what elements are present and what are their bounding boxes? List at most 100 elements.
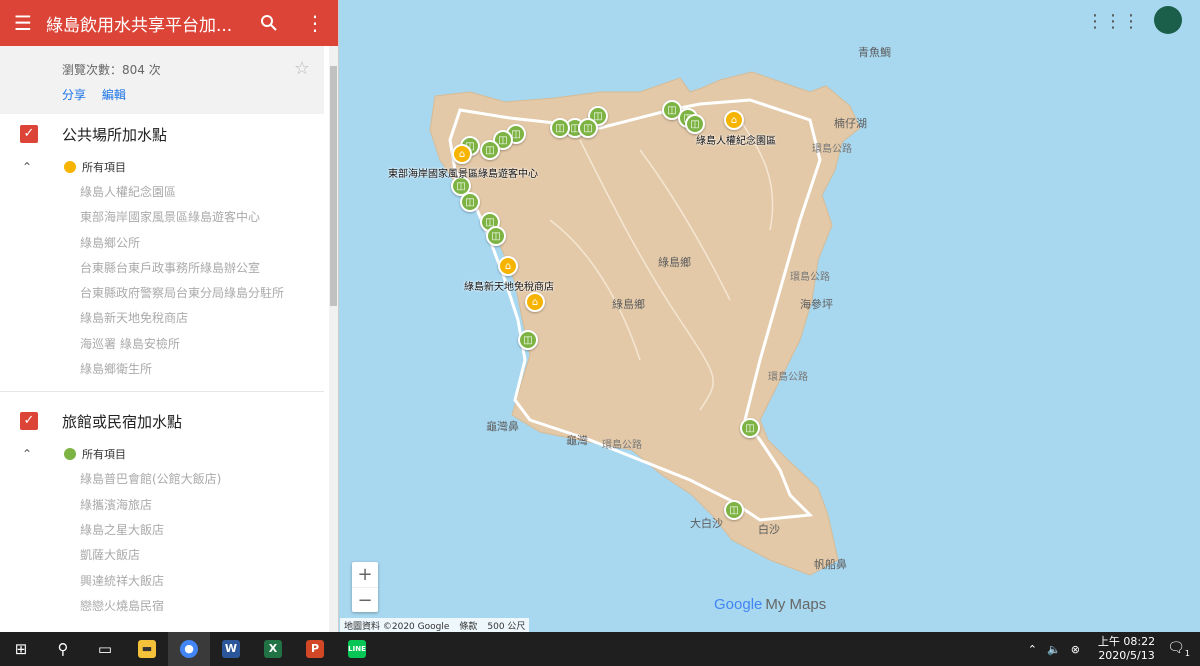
file-explorer-icon[interactable]: ▬	[126, 632, 168, 666]
clock[interactable]: 上午 08:22 2020/5/13	[1098, 635, 1155, 663]
windows-taskbar: ⊞ ⚲ ▭ ▬ ● W X P LINE ⌃ 🔈 ⊗ 上午 08:22 2020…	[0, 632, 1200, 666]
apps-grid-icon[interactable]: ⋮⋮⋮	[1086, 11, 1140, 32]
map-info: 瀏覽次數：804 次 分享 編輯 ☆	[0, 46, 324, 114]
poi-label: 東部海岸國家風景區綠島遊客中心	[388, 169, 538, 180]
water-marker[interactable]: ◫	[578, 118, 598, 138]
chevron-up-icon[interactable]: ⌃	[1028, 643, 1037, 656]
list-item[interactable]: 綠島鄉衛生所	[0, 357, 324, 382]
scrollbar-thumb[interactable]	[330, 66, 337, 306]
group-label: 所有項目	[82, 161, 126, 174]
place-label: 龜灣鼻	[486, 420, 519, 433]
house-icon	[64, 161, 76, 173]
layer-checkbox[interactable]: ✓	[20, 125, 38, 143]
list-item[interactable]: 綠島之星大飯店	[0, 518, 324, 543]
zoom-out-button[interactable]: −	[352, 587, 378, 612]
share-link[interactable]: 分享	[62, 88, 86, 102]
attribution-bar: 地圖資料 ©2020 Google 條款 500 公尺	[340, 618, 530, 632]
water-marker[interactable]: ◫	[460, 192, 480, 212]
place-label: 帆船鼻	[814, 558, 847, 571]
water-marker[interactable]: ◫	[740, 418, 760, 438]
search-icon[interactable]: ⚲	[42, 632, 84, 666]
chevron-up-icon[interactable]: ⌃	[22, 447, 44, 461]
island-shape	[429, 71, 861, 576]
house-marker[interactable]: ⌂	[452, 144, 472, 164]
house-marker[interactable]: ⌂	[724, 110, 744, 130]
road-label: 環島公路	[790, 272, 830, 283]
more-vert-icon[interactable]: ⋮	[292, 0, 338, 46]
excel-icon[interactable]: X	[252, 632, 294, 666]
road-label: 環島公路	[812, 144, 852, 155]
sidebar: ☰ 綠島飲用水共享平台加... ⋮ 瀏覽次數：804 次 分享 編輯 ☆ ✓ 公…	[0, 0, 339, 632]
chevron-up-icon[interactable]: ⌃	[22, 160, 44, 174]
search-icon[interactable]	[246, 0, 292, 46]
road-label: 環島公路	[602, 440, 642, 451]
place-label: 海參坪	[800, 298, 833, 311]
list-item[interactable]: 綠攜濱海旅店	[0, 493, 324, 518]
water-marker[interactable]: ◫	[486, 226, 506, 246]
road-label: 環島公路	[768, 372, 808, 383]
powerpoint-icon[interactable]: P	[294, 632, 336, 666]
list-item[interactable]: 凱薩大飯店	[0, 543, 324, 568]
notification-icon[interactable]: 🗨1	[1167, 640, 1190, 658]
line-icon[interactable]: LINE	[336, 632, 378, 666]
house-marker[interactable]: ⌂	[498, 256, 518, 276]
attribution-text: 地圖資料 ©2020 Google	[344, 622, 450, 632]
scale-label: 500 公尺	[487, 622, 526, 632]
system-tray: ⌃ 🔈 ⊗ 上午 08:22 2020/5/13 🗨1	[1028, 632, 1200, 666]
water-cup-icon	[64, 448, 76, 461]
task-view-icon[interactable]: ▭	[84, 632, 126, 666]
view-count: 瀏覽次數：804 次	[62, 63, 161, 77]
place-label: 綠島鄉	[658, 256, 691, 269]
map-title: 綠島飲用水共享平台加...	[46, 15, 233, 36]
poi-label: 綠島人權紀念園區	[696, 136, 776, 147]
layer-checkbox[interactable]: ✓	[20, 412, 38, 431]
map-canvas[interactable]: 青魚鯛 楠仔湖 綠島鄉 綠島鄉 海參坪 龜灣鼻 龜灣 大白沙 白沙 帆船鼻 環島…	[340, 0, 1200, 632]
top-bar: ☰ 綠島飲用水共享平台加... ⋮	[0, 0, 338, 46]
layer-title: 旅館或民宿加水點	[62, 412, 183, 431]
edit-link[interactable]: 編輯	[102, 88, 126, 102]
place-label: 綠島鄉	[612, 298, 645, 311]
list-item[interactable]: 綠島新天地免稅商店	[0, 306, 324, 331]
zoom-control: + −	[352, 562, 378, 612]
list-item[interactable]: 台東縣台東戶政事務所綠島辦公室	[0, 256, 324, 281]
list-item[interactable]: 興達統祥大飯店	[0, 569, 324, 594]
star-icon[interactable]: ☆	[294, 58, 310, 79]
list-item[interactable]: 戀戀火燒島民宿	[0, 594, 324, 619]
scrollbar[interactable]	[329, 46, 338, 632]
place-label: 龜灣	[566, 434, 588, 447]
house-marker[interactable]: ⌂	[525, 292, 545, 312]
water-marker[interactable]: ◫	[518, 330, 538, 350]
place-label: 白沙	[758, 523, 780, 536]
account-avatar[interactable]	[1154, 6, 1182, 34]
divider	[0, 391, 324, 393]
group-header[interactable]: ⌃ 所有項目	[0, 441, 324, 467]
google-my-maps-logo: Google My Maps	[714, 596, 827, 613]
water-marker[interactable]: ◫	[685, 114, 705, 134]
place-label: 青魚鯛	[858, 46, 891, 59]
list-item[interactable]: 東部海岸國家風景區綠島遊客中心	[0, 205, 324, 230]
windows-start-icon[interactable]: ⊞	[0, 632, 42, 666]
water-marker[interactable]: ◫	[550, 118, 570, 138]
volume-icon[interactable]: 🔈	[1047, 643, 1061, 656]
list-item[interactable]: 海巡署 綠島安檢所	[0, 332, 324, 357]
date-text: 2020/5/13	[1098, 649, 1155, 662]
water-marker[interactable]: ◫	[480, 140, 500, 160]
network-icon[interactable]: ⊗	[1071, 643, 1080, 656]
menu-icon[interactable]: ☰	[0, 0, 46, 46]
layer-public-places: ✓ 公共場所加水點 ⌃ 所有項目 綠島人權紀念園區 東部海岸國家風景區綠島遊客中…	[0, 114, 324, 382]
layer-hotels: ✓ 旅館或民宿加水點 ⌃ 所有項目 綠島普巴會館(公館大飯店) 綠攜濱海旅店 綠…	[0, 401, 324, 619]
list-item[interactable]: 綠島人權紀念園區	[0, 180, 324, 205]
list-item[interactable]: 綠島鄉公所	[0, 231, 324, 256]
layer-title: 公共場所加水點	[62, 125, 168, 144]
list-item[interactable]: 綠島普巴會館(公館大飯店)	[0, 467, 324, 492]
group-header[interactable]: ⌃ 所有項目	[0, 154, 324, 180]
word-icon[interactable]: W	[210, 632, 252, 666]
group-label: 所有項目	[82, 448, 126, 462]
chrome-icon[interactable]: ●	[168, 632, 210, 666]
water-marker[interactable]: ◫	[724, 500, 744, 520]
poi-label: 綠島新天地免稅商店	[464, 282, 554, 293]
zoom-in-button[interactable]: +	[352, 562, 378, 587]
list-item[interactable]: 台東縣政府警察局台東分局綠島分駐所	[0, 281, 324, 306]
terms-link[interactable]: 條款	[459, 619, 477, 632]
place-label: 楠仔湖	[834, 117, 867, 130]
